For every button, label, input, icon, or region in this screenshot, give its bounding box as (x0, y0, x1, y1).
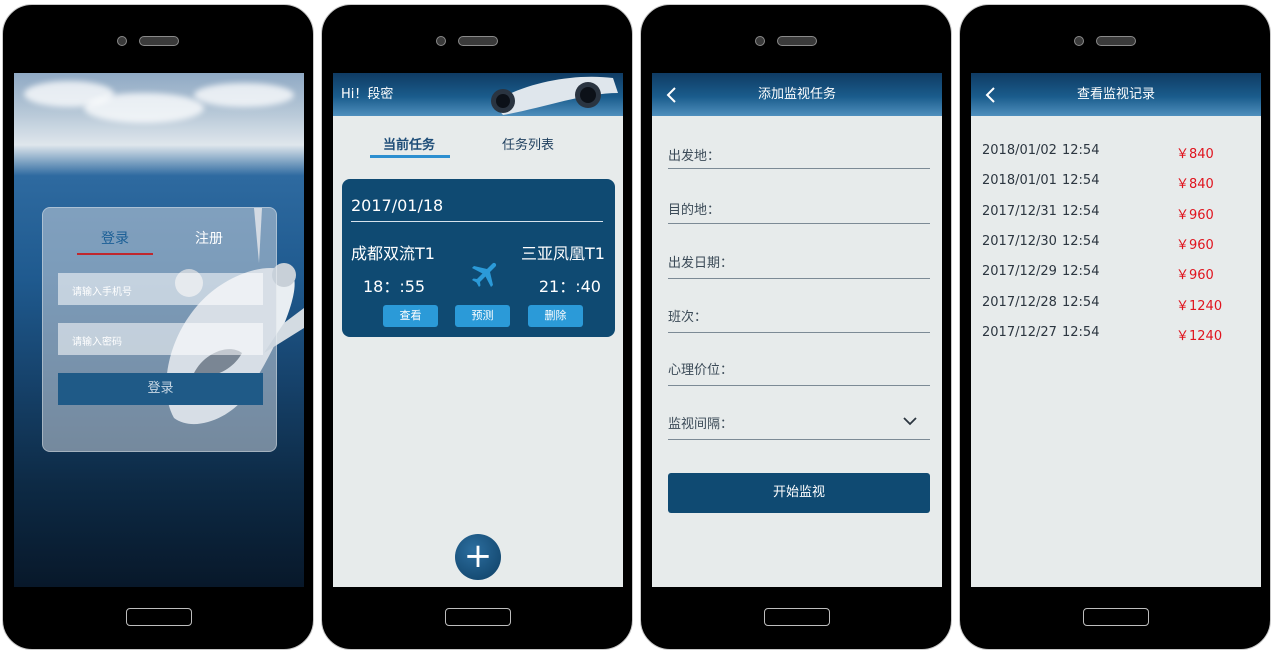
record-time: 12:54 (1062, 143, 1100, 158)
tasks-screen: Hi！段密 当前任务 任务列表 2017/01/18 成都双流T1 三亚凤凰T1… (333, 73, 623, 587)
active-tab-underline (370, 155, 450, 158)
record-date: 2018/01/02 (982, 143, 1057, 158)
view-button[interactable]: 查看 (383, 305, 438, 327)
flight-date: 2017/01/18 (351, 196, 444, 215)
speaker-grille (1096, 36, 1136, 46)
header-banner: Hi！段密 (333, 73, 623, 116)
cloud-decoration (194, 83, 294, 107)
jet-engine-illustration (491, 76, 618, 115)
target-price-field[interactable]: 心理价位： (668, 359, 930, 379)
origin-field[interactable]: 出发地： (668, 145, 930, 165)
record-price: ￥1240 (1176, 329, 1223, 344)
login-card: 登录 注册 请输入手机号 请输入密码 登录 (42, 207, 277, 452)
camera-icon (117, 36, 127, 46)
active-tab-underline (77, 253, 153, 255)
record-date: 2017/12/31 (982, 204, 1057, 219)
departure-time: 18：:55 (363, 277, 426, 296)
field-underline (668, 385, 930, 386)
login-button[interactable]: 登录 (58, 373, 263, 405)
speaker-grille (777, 36, 817, 46)
phone-input[interactable]: 请输入手机号 (58, 273, 263, 305)
field-underline (668, 168, 930, 169)
camera-icon (436, 36, 446, 46)
record-price: ￥840 (1176, 177, 1214, 192)
header-banner: 添加监视任务 (652, 73, 942, 116)
speaker-grille (139, 36, 179, 46)
home-button[interactable] (764, 608, 830, 626)
header-banner: 查看监视记录 (971, 73, 1261, 116)
page-title: 查看监视记录 (1076, 87, 1155, 102)
field-underline (668, 332, 930, 333)
cloud-decoration (84, 93, 204, 123)
add-task-button[interactable]: + (455, 534, 501, 580)
monitor-interval-select[interactable]: 监视间隔： (668, 413, 930, 433)
record-date: 2017/12/30 (982, 234, 1057, 249)
home-button[interactable] (445, 608, 511, 626)
camera-icon (1074, 36, 1084, 46)
phone-frame-login: 登录 注册 请输入手机号 请输入密码 登录 (2, 4, 314, 650)
phone-frame-records: 查看监视记录 2018/01/02 12:54 ￥840 2018/01/01 … (959, 4, 1271, 650)
arrival-airport: 三亚凤凰T1 (521, 244, 605, 263)
tab-current-tasks[interactable]: 当前任务 (383, 134, 435, 153)
divider (351, 221, 603, 222)
destination-field[interactable]: 目的地： (668, 199, 930, 219)
task-card[interactable]: 2017/01/18 成都双流T1 三亚凤凰T1 18：:55 21：:40 查… (342, 179, 615, 337)
camera-icon (755, 36, 765, 46)
phone-frame-tasks: Hi！段密 当前任务 任务列表 2017/01/18 成都双流T1 三亚凤凰T1… (321, 4, 633, 650)
departure-date-field[interactable]: 出发日期： (668, 252, 930, 272)
records-screen: 查看监视记录 2018/01/02 12:54 ￥840 2018/01/01 … (971, 73, 1261, 587)
record-price: ￥840 (1176, 147, 1214, 162)
tab-login[interactable]: 登录 (101, 228, 129, 248)
record-date: 2017/12/27 (982, 325, 1057, 340)
record-date: 2018/01/01 (982, 173, 1057, 188)
record-time: 12:54 (1062, 295, 1100, 310)
record-time: 12:54 (1062, 173, 1100, 188)
start-monitoring-button[interactable]: 开始监视 (668, 473, 930, 513)
password-input[interactable]: 请输入密码 (58, 323, 263, 355)
airplane-icon (471, 262, 497, 288)
monitor-interval-label: 监视间隔： (668, 417, 734, 432)
tab-register[interactable]: 注册 (195, 228, 223, 248)
departure-airport: 成都双流T1 (351, 244, 435, 263)
chevron-down-icon (903, 417, 917, 426)
field-underline (668, 439, 930, 440)
speaker-grille (458, 36, 498, 46)
predict-button[interactable]: 预测 (455, 305, 510, 327)
record-price: ￥960 (1176, 208, 1214, 223)
field-underline (668, 278, 930, 279)
record-time: 12:54 (1062, 325, 1100, 340)
home-button[interactable] (126, 608, 192, 626)
record-price: ￥1240 (1176, 299, 1223, 314)
tab-task-list[interactable]: 任务列表 (502, 134, 554, 153)
arrival-time: 21：:40 (538, 277, 601, 296)
record-price: ￥960 (1176, 238, 1214, 253)
phone-frame-add-task: 添加监视任务 出发地： 目的地： 出发日期： 班次： 心理价位： 监视间隔： 开… (640, 4, 952, 650)
record-time: 12:54 (1062, 234, 1100, 249)
record-price: ￥960 (1176, 268, 1214, 283)
login-screen: 登录 注册 请输入手机号 请输入密码 登录 (14, 73, 304, 587)
home-button[interactable] (1083, 608, 1149, 626)
delete-button[interactable]: 删除 (528, 305, 583, 327)
add-task-screen: 添加监视任务 出发地： 目的地： 出发日期： 班次： 心理价位： 监视间隔： 开… (652, 73, 942, 587)
page-title: 添加监视任务 (757, 87, 836, 102)
flight-number-field[interactable]: 班次： (668, 306, 930, 326)
field-underline (668, 223, 930, 224)
record-date: 2017/12/28 (982, 295, 1057, 310)
record-date: 2017/12/29 (982, 264, 1057, 279)
record-time: 12:54 (1062, 204, 1100, 219)
greeting-text: Hi！段密 (341, 87, 394, 102)
record-time: 12:54 (1062, 264, 1100, 279)
